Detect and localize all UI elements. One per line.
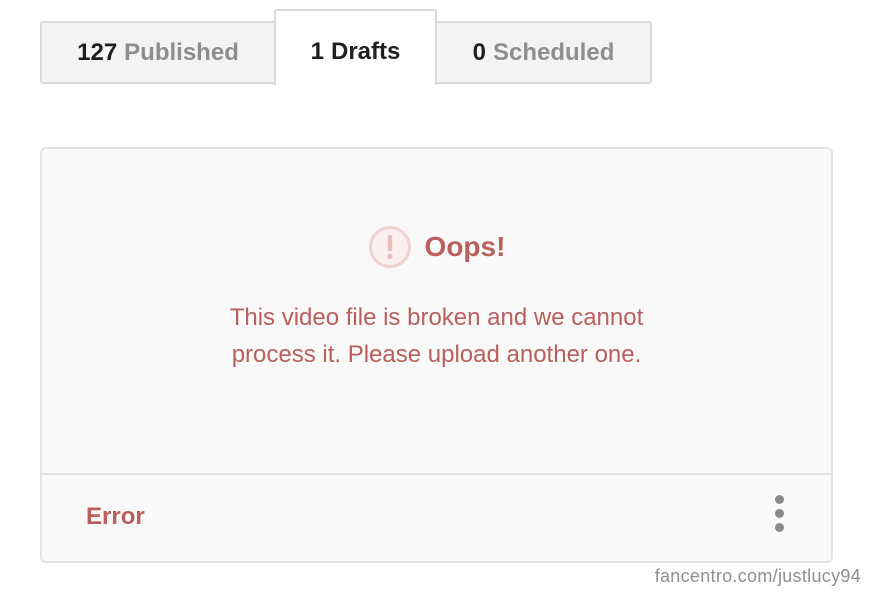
more-vertical-icon[interactable] xyxy=(767,495,791,535)
card-body: Oops! This video file is broken and we c… xyxy=(42,149,831,475)
tab-count: 1 xyxy=(310,38,324,65)
tab-label: Published xyxy=(124,38,239,66)
menu-dot xyxy=(775,523,784,532)
menu-dot xyxy=(775,509,784,518)
watermark: fancentro.com/justlucy94 xyxy=(654,566,861,586)
tab-published[interactable]: 127 Published xyxy=(40,21,276,84)
tab-count: 127 xyxy=(77,38,118,66)
tab-count: 0 xyxy=(472,38,486,66)
draft-card: Oops! This video file is broken and we c… xyxy=(40,147,833,563)
error-message: This video file is broken and we cannot … xyxy=(42,299,831,373)
tab-label: Scheduled xyxy=(493,38,615,66)
tab-label: Drafts xyxy=(331,38,401,65)
error-message-line: This video file is broken and we cannot xyxy=(229,304,644,331)
tab-drafts[interactable]: 1 Drafts xyxy=(274,9,437,85)
error-title: Oops! xyxy=(424,231,506,262)
tab-scheduled[interactable]: 0 Scheduled xyxy=(435,21,652,84)
status-label: Error xyxy=(86,503,145,530)
page: 127 Published 1 Drafts 0 Scheduled Oops!… xyxy=(0,0,870,593)
error-message-line: process it. Please upload another one. xyxy=(231,341,642,368)
error-heading: Oops! xyxy=(42,225,831,269)
menu-dot xyxy=(775,495,784,504)
warning-circle-icon xyxy=(368,225,412,269)
content-tabs: 127 Published 1 Drafts 0 Scheduled xyxy=(40,9,652,85)
card-footer: Error xyxy=(42,473,831,561)
